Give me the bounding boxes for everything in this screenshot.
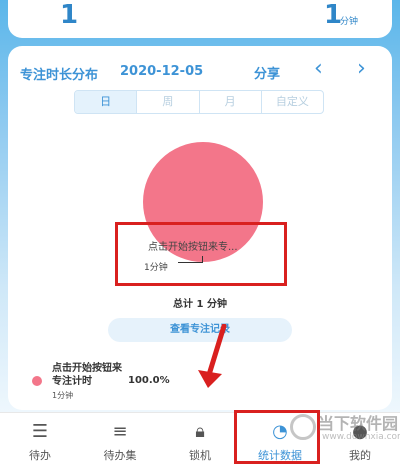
annotation-highlight-box (115, 222, 287, 286)
chevron-right-icon[interactable]: › (357, 56, 366, 81)
menu-lines-icon: ☰ (31, 421, 49, 442)
chevron-left-icon[interactable]: ‹ (314, 56, 323, 81)
legend-task-time: 1分钟 (52, 391, 74, 400)
share-button[interactable]: 分享 (254, 63, 280, 82)
lock-icon: 🔒︎ (195, 421, 205, 442)
nav-label-todo: 待办 (29, 449, 51, 462)
focus-duration-unit: 分钟 (340, 17, 359, 27)
focus-count-value: 1 (60, 0, 79, 30)
legend-task-name: 点击开始按钮来专注计时 (52, 363, 122, 387)
tab-month[interactable]: 月 (200, 91, 262, 113)
watermark-logo-icon (290, 414, 316, 440)
tab-week[interactable]: 周 (137, 91, 200, 113)
nav-item-lock[interactable]: 🔒︎ 锁机 (160, 413, 240, 465)
card-title: 专注时长分布 (20, 68, 99, 83)
watermark: 当下软件园 www.downxia.com (282, 410, 400, 450)
nav-item-todo[interactable]: ☰ 待办 (0, 413, 80, 465)
watermark-text: 当下软件园 (318, 414, 399, 433)
list-icon: ≡ (112, 421, 128, 442)
legend-task-percent: 100.0% (128, 375, 170, 386)
watermark-url: www.downxia.com (322, 432, 400, 442)
period-tabs: 日 周 月 自定义 (74, 90, 324, 114)
card-date: 2020-12-05 (120, 64, 204, 79)
nav-label-todo-set: 待办集 (103, 449, 137, 462)
annotation-arrow-icon (198, 324, 227, 388)
nav-item-todo-set[interactable]: ≡ 待办集 (80, 413, 160, 465)
total-duration: 总计 1 分钟 (173, 299, 227, 310)
tab-day[interactable]: 日 (75, 91, 138, 113)
legend-color-dot (32, 376, 42, 386)
tab-custom[interactable]: 自定义 (262, 91, 323, 113)
stats-summary-card: 1 1 分钟 (8, 0, 392, 38)
nav-label-lock: 锁机 (189, 449, 211, 462)
